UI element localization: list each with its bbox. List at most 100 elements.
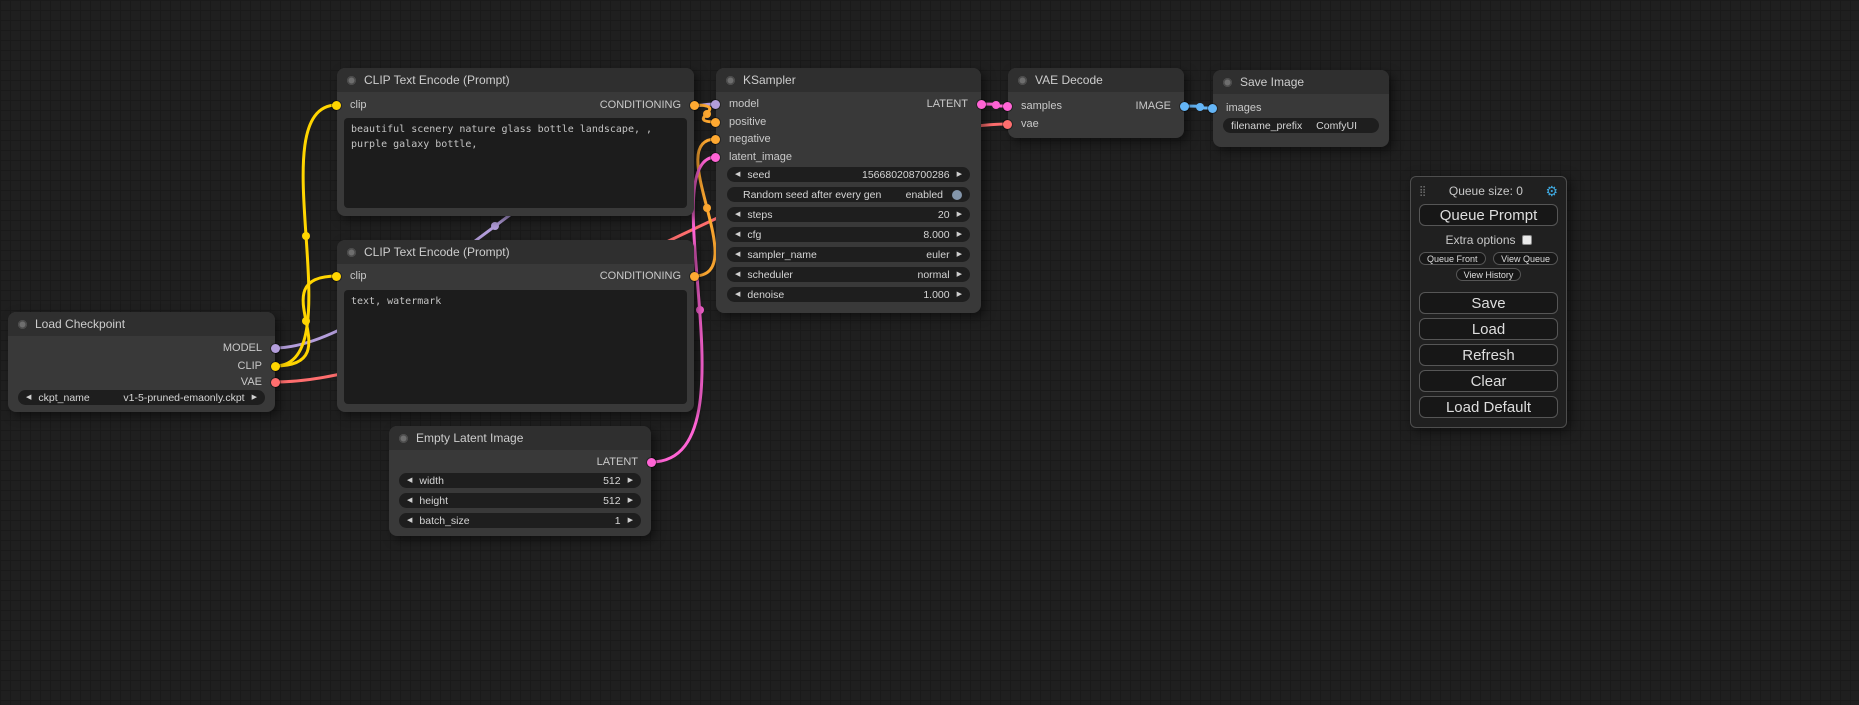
wire-conditioning-positive-midpoint-dot (703, 110, 711, 118)
input-slot-vae-label: vae (1021, 116, 1039, 132)
collapse-dot-icon[interactable] (347, 248, 356, 257)
drag-handle-icon[interactable]: ⣿ (1419, 186, 1426, 197)
wire-image-midpoint-dot (1196, 103, 1204, 111)
widget-value: normal (918, 269, 950, 281)
widget-value: v1-5-pruned-emaonly.ckpt (123, 392, 244, 404)
filename-prefix-widget[interactable]: filename_prefix ComfyUI (1223, 118, 1379, 133)
decrement-arrow-icon[interactable]: ◀ (407, 513, 412, 528)
cfg-widget[interactable]: ◀ cfg 8.000 ▶ (727, 227, 970, 242)
input-port-latent-image[interactable] (711, 153, 720, 162)
node-titlebar[interactable]: Save Image (1213, 70, 1389, 94)
batch-size-widget[interactable]: ◀ batch_size 1 ▶ (399, 513, 641, 528)
widget-label: Random seed after every gen (743, 189, 881, 201)
collapse-dot-icon[interactable] (347, 76, 356, 85)
height-widget[interactable]: ◀ height 512 ▶ (399, 493, 641, 508)
increment-arrow-icon[interactable]: ▶ (957, 207, 962, 222)
output-port-image[interactable] (1180, 102, 1189, 111)
output-port-latent[interactable] (647, 458, 656, 467)
collapse-dot-icon[interactable] (18, 320, 27, 329)
input-port-negative[interactable] (711, 135, 720, 144)
node-graph-canvas[interactable]: Load Checkpoint MODEL CLIP VAE ◀ ckpt_na… (0, 0, 1859, 705)
increment-arrow-icon[interactable]: ▶ (628, 473, 633, 488)
input-port-model[interactable] (711, 100, 720, 109)
node-titlebar[interactable]: VAE Decode (1008, 68, 1184, 92)
denoise-widget[interactable]: ◀ denoise 1.000 ▶ (727, 287, 970, 302)
widget-label: filename_prefix (1231, 120, 1302, 132)
node-titlebar[interactable]: KSampler (716, 68, 981, 92)
clear-button[interactable]: Clear (1419, 370, 1558, 392)
output-slot-clip-label: CLIP (238, 358, 262, 374)
input-port-clip[interactable] (332, 272, 341, 281)
width-widget[interactable]: ◀ width 512 ▶ (399, 473, 641, 488)
node-titlebar[interactable]: Load Checkpoint (8, 312, 275, 336)
decrement-arrow-icon[interactable]: ◀ (735, 167, 740, 182)
input-port-positive[interactable] (711, 118, 720, 127)
input-port-images[interactable] (1208, 104, 1217, 113)
random-seed-toggle-widget[interactable]: Random seed after every gen enabled (727, 187, 970, 202)
decrement-arrow-icon[interactable]: ◀ (735, 247, 740, 262)
decrement-arrow-icon[interactable]: ◀ (26, 390, 31, 405)
queue-front-button[interactable]: Queue Front (1419, 252, 1486, 265)
input-slot-samples-label: samples (1021, 98, 1062, 114)
prompt-textarea[interactable]: text, watermark (344, 290, 687, 404)
increment-arrow-icon[interactable]: ▶ (628, 493, 633, 508)
increment-arrow-icon[interactable]: ▶ (957, 287, 962, 302)
collapse-dot-icon[interactable] (399, 434, 408, 443)
scheduler-widget[interactable]: ◀ scheduler normal ▶ (727, 267, 970, 282)
input-slot-latent-image-label: latent_image (729, 149, 792, 165)
decrement-arrow-icon[interactable]: ◀ (735, 287, 740, 302)
view-queue-button[interactable]: View Queue (1493, 252, 1558, 265)
load-button[interactable]: Load (1419, 318, 1558, 340)
node-ksampler[interactable]: KSampler model positive negative latent_… (716, 68, 981, 313)
output-port-conditioning[interactable] (690, 272, 699, 281)
widget-label: batch_size (419, 515, 469, 527)
decrement-arrow-icon[interactable]: ◀ (407, 493, 412, 508)
input-port-samples[interactable] (1003, 102, 1012, 111)
toggle-knob-icon[interactable] (952, 190, 962, 200)
output-slot-conditioning-label: CONDITIONING (600, 97, 681, 113)
sampler-name-widget[interactable]: ◀ sampler_name euler ▶ (727, 247, 970, 262)
save-button[interactable]: Save (1419, 292, 1558, 314)
increment-arrow-icon[interactable]: ▶ (957, 227, 962, 242)
output-port-model[interactable] (271, 344, 280, 353)
decrement-arrow-icon[interactable]: ◀ (407, 473, 412, 488)
node-titlebar[interactable]: Empty Latent Image (389, 426, 651, 450)
extra-options-checkbox[interactable] (1522, 235, 1532, 245)
ckpt-name-widget[interactable]: ◀ ckpt_name v1-5-pruned-emaonly.ckpt ▶ (18, 390, 265, 405)
increment-arrow-icon[interactable]: ▶ (957, 247, 962, 262)
input-port-clip[interactable] (332, 101, 341, 110)
collapse-dot-icon[interactable] (1018, 76, 1027, 85)
output-port-vae[interactable] (271, 378, 280, 387)
node-title: CLIP Text Encode (Prompt) (364, 245, 510, 259)
collapse-dot-icon[interactable] (726, 76, 735, 85)
collapse-dot-icon[interactable] (1223, 78, 1232, 87)
seed-widget[interactable]: ◀ seed 156680208700286 ▶ (727, 167, 970, 182)
node-load-checkpoint[interactable]: Load Checkpoint MODEL CLIP VAE ◀ ckpt_na… (8, 312, 275, 412)
node-titlebar[interactable]: CLIP Text Encode (Prompt) (337, 240, 694, 264)
increment-arrow-icon[interactable]: ▶ (957, 267, 962, 282)
view-history-button[interactable]: View History (1456, 268, 1522, 281)
refresh-button[interactable]: Refresh (1419, 344, 1558, 366)
queue-prompt-button[interactable]: Queue Prompt (1419, 204, 1558, 226)
settings-gear-icon[interactable]: ⚙ (1545, 184, 1558, 198)
decrement-arrow-icon[interactable]: ◀ (735, 267, 740, 282)
steps-widget[interactable]: ◀ steps 20 ▶ (727, 207, 970, 222)
wire-model-midpoint-dot (491, 222, 499, 230)
node-vae-decode[interactable]: VAE Decode samples vae IMAGE (1008, 68, 1184, 138)
node-clip-text-encode-negative[interactable]: CLIP Text Encode (Prompt) clip CONDITION… (337, 240, 694, 412)
node-clip-text-encode-positive[interactable]: CLIP Text Encode (Prompt) clip CONDITION… (337, 68, 694, 216)
node-titlebar[interactable]: CLIP Text Encode (Prompt) (337, 68, 694, 92)
output-port-latent[interactable] (977, 100, 986, 109)
increment-arrow-icon[interactable]: ▶ (628, 513, 633, 528)
increment-arrow-icon[interactable]: ▶ (957, 167, 962, 182)
node-empty-latent-image[interactable]: Empty Latent Image LATENT ◀ width 512 ▶ … (389, 426, 651, 536)
output-port-clip[interactable] (271, 362, 280, 371)
load-default-button[interactable]: Load Default (1419, 396, 1558, 418)
input-port-vae[interactable] (1003, 120, 1012, 129)
decrement-arrow-icon[interactable]: ◀ (735, 227, 740, 242)
prompt-textarea[interactable]: beautiful scenery nature glass bottle la… (344, 118, 687, 208)
node-save-image[interactable]: Save Image images filename_prefix ComfyU… (1213, 70, 1389, 147)
output-port-conditioning[interactable] (690, 101, 699, 110)
increment-arrow-icon[interactable]: ▶ (252, 390, 257, 405)
decrement-arrow-icon[interactable]: ◀ (735, 207, 740, 222)
